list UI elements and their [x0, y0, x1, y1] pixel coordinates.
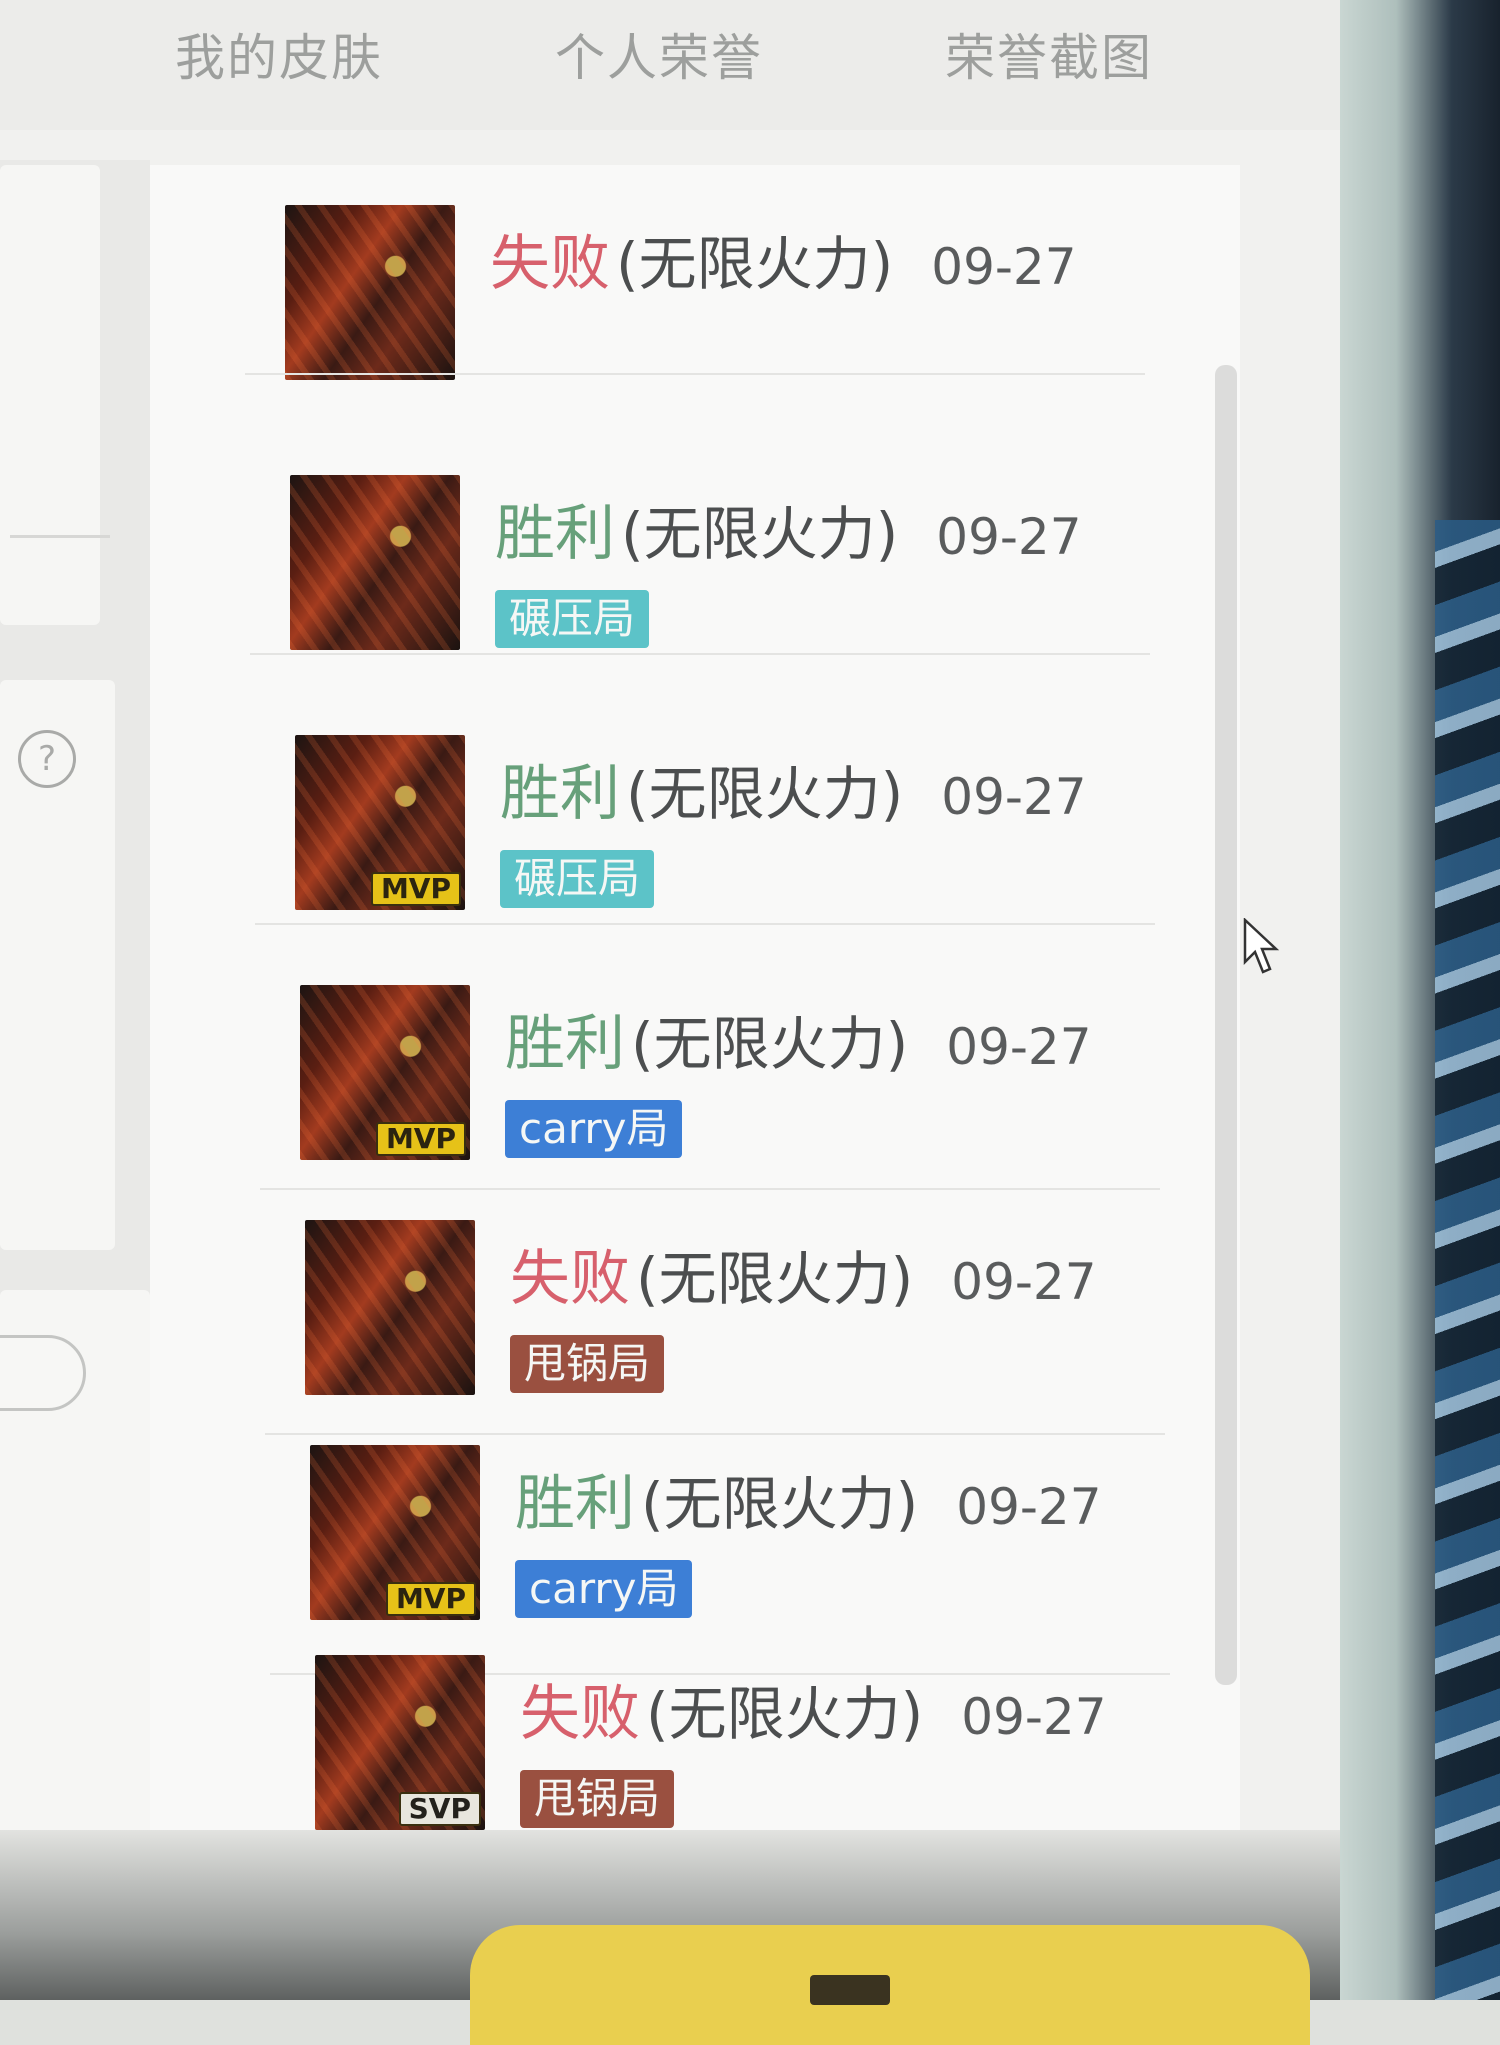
start-button[interactable] [470, 1925, 1310, 2045]
match-tag: 碾压局 [495, 590, 650, 648]
match-result: 失败 [490, 229, 610, 299]
match-row[interactable]: 胜利 (无限火力) 09-27 碾压局 [250, 475, 1150, 675]
match-info: 胜利 (无限火力) 09-27 [495, 485, 1082, 572]
match-result: 失败 [510, 1244, 630, 1314]
start-button-label [810, 1975, 890, 2005]
game-client-window: 我的皮肤 个人荣誉 荣誉截图 ? 失败 (无限火力) 09-27 胜利 (无限火力) 09… [0, 0, 1340, 2000]
champion-avatar: MVP [300, 985, 470, 1160]
match-row[interactable]: 失败 (无限火力) 09-27 甩锅局 [265, 1220, 1165, 1435]
match-result: 失败 [520, 1679, 640, 1749]
desktop-background [1340, 0, 1500, 2000]
match-result: 胜利 [500, 759, 620, 829]
tab-my-skins[interactable]: 我的皮肤 [175, 18, 383, 90]
game-mode: (无限火力) [626, 760, 904, 828]
row-divider [250, 653, 1150, 655]
row-divider [245, 373, 1145, 375]
champion-avatar [290, 475, 460, 650]
game-mode: (无限火力) [616, 230, 894, 298]
mouse-cursor-icon [1243, 918, 1280, 974]
sidebar-pill-button[interactable] [0, 1335, 86, 1411]
row-divider [265, 1433, 1165, 1435]
help-icon[interactable]: ? [18, 730, 76, 788]
game-mode: (无限火力) [636, 1245, 914, 1313]
match-row[interactable]: MVP 胜利 (无限火力) 09-27 碾压局 [255, 735, 1155, 935]
game-mode: (无限火力) [641, 1470, 919, 1538]
match-tag: 甩锅局 [510, 1335, 665, 1393]
game-mode: (无限火力) [631, 1010, 909, 1078]
row-divider [255, 923, 1155, 925]
champion-avatar: MVP [295, 735, 465, 910]
top-tab-bar: 我的皮肤 个人荣誉 荣誉截图 [0, 0, 1340, 130]
row-divider [260, 1188, 1160, 1190]
match-info: 失败 (无限火力) 09-27 [510, 1230, 1097, 1317]
tab-honor-screenshots[interactable]: 荣誉截图 [945, 18, 1153, 90]
match-history-panel: 失败 (无限火力) 09-27 胜利 (无限火力) 09-27 碾压局 MVP 胜利 (无限火力)… [150, 165, 1240, 1855]
champion-avatar [305, 1220, 475, 1395]
champion-avatar: SVP [315, 1655, 485, 1830]
match-date: 09-27 [961, 1688, 1107, 1746]
match-info: 胜利 (无限火力) 09-27 [500, 745, 1087, 832]
left-divider [10, 535, 110, 538]
game-mode: (无限火力) [646, 1680, 924, 1748]
match-tag: 碾压局 [500, 850, 655, 908]
mvp-badge: MVP [375, 1122, 466, 1156]
match-date: 09-27 [931, 238, 1077, 296]
match-row[interactable]: 失败 (无限火力) 09-27 [245, 205, 1145, 405]
match-date: 09-27 [956, 1478, 1102, 1536]
mvp-badge: MVP [385, 1582, 476, 1616]
match-result: 胜利 [495, 499, 615, 569]
match-row[interactable]: MVP 胜利 (无限火力) 09-27 carry局 [270, 1445, 1170, 1675]
champion-avatar: MVP [310, 1445, 480, 1620]
match-result: 胜利 [515, 1469, 635, 1539]
scrollbar[interactable] [1215, 365, 1237, 1685]
svp-badge: SVP [398, 1792, 481, 1826]
match-date: 09-27 [941, 768, 1087, 826]
game-mode: (无限火力) [621, 500, 899, 568]
mvp-badge: MVP [370, 872, 461, 906]
match-info: 胜利 (无限火力) 09-27 [505, 995, 1092, 1082]
match-date: 09-27 [946, 1018, 1092, 1076]
match-date: 09-27 [951, 1253, 1097, 1311]
match-tag: carry局 [505, 1100, 683, 1158]
left-card [0, 165, 100, 625]
match-row[interactable]: MVP 胜利 (无限火力) 09-27 carry局 [260, 985, 1160, 1190]
champion-avatar [285, 205, 455, 380]
match-tag: 甩锅局 [520, 1770, 675, 1828]
match-result: 胜利 [505, 1009, 625, 1079]
desktop-wallpaper [1435, 520, 1500, 2000]
match-tag: carry局 [515, 1560, 693, 1618]
tab-personal-honor[interactable]: 个人荣誉 [555, 18, 763, 90]
match-info: 失败 (无限火力) 09-27 [490, 215, 1077, 302]
match-row[interactable]: SVP 失败 (无限火力) 09-27 甩锅局 [315, 1655, 1135, 1855]
match-info: 胜利 (无限火力) 09-27 [515, 1455, 1102, 1542]
match-info: 失败 (无限火力) 09-27 [520, 1665, 1107, 1752]
match-date: 09-27 [936, 508, 1082, 566]
